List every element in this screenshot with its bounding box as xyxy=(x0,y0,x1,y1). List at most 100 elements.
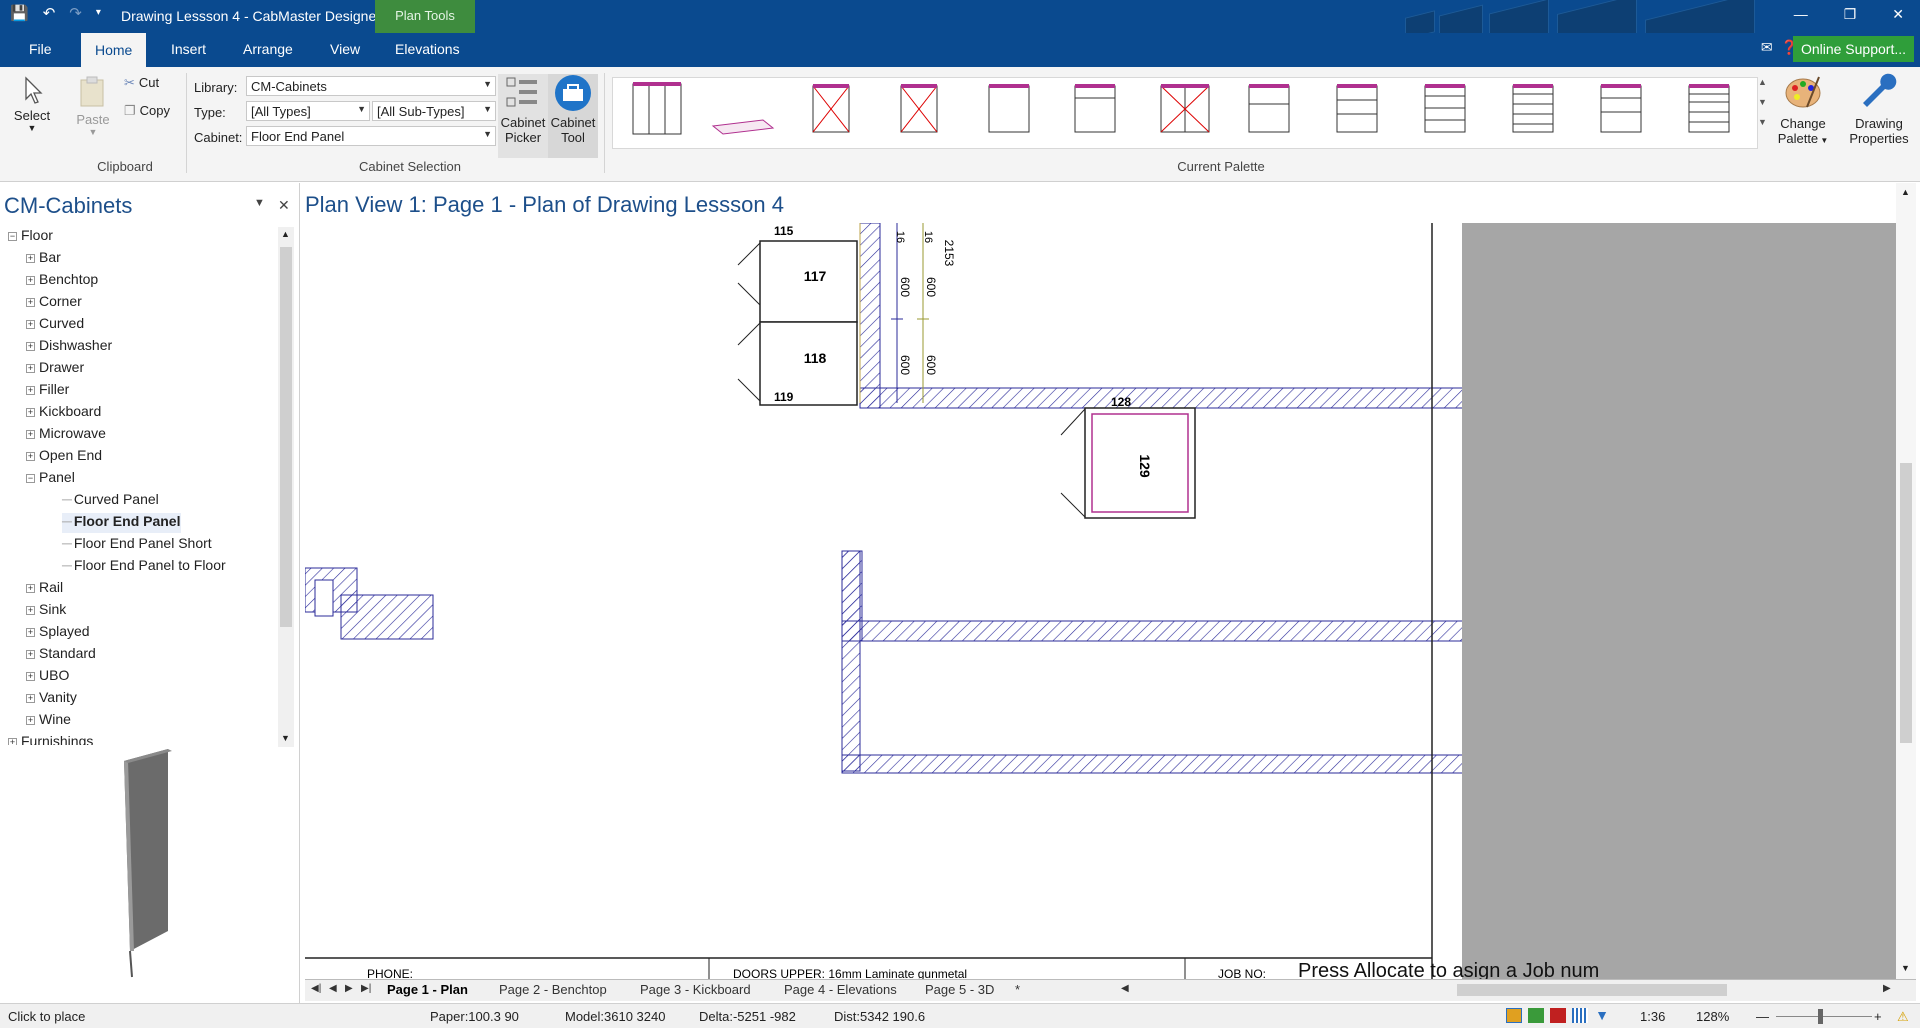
tree-item[interactable]: + Standard xyxy=(26,645,96,665)
notification-icon[interactable]: ✉ xyxy=(1761,39,1773,56)
expand-icon[interactable]: + xyxy=(26,320,35,329)
tab-home[interactable]: Home xyxy=(81,33,147,67)
expand-icon[interactable]: + xyxy=(26,628,35,637)
palette-item-drawer-6[interactable] xyxy=(1600,84,1642,133)
page-tab-3[interactable]: Page 3 - Kickboard xyxy=(640,982,751,997)
scroll-thumb[interactable] xyxy=(1900,463,1912,743)
palette-item-drawer-3[interactable] xyxy=(1336,84,1378,133)
cabinet-129[interactable] xyxy=(1060,407,1196,519)
expand-icon[interactable]: + xyxy=(26,694,35,703)
chevron-up-icon[interactable]: ▲ xyxy=(1901,187,1910,197)
page-tab-1[interactable]: Page 1 - Plan xyxy=(387,982,468,997)
tree-item[interactable]: + Kickboard xyxy=(26,403,101,423)
expand-icon[interactable]: + xyxy=(26,716,35,725)
palette-item-drawer-7[interactable] xyxy=(1688,84,1730,133)
paste-button[interactable]: Paste ▼ xyxy=(68,75,118,137)
palette-item-drawer-2[interactable] xyxy=(1248,84,1290,133)
copy-button[interactable]: ❐ Copy xyxy=(124,103,170,119)
expand-icon[interactable]: + xyxy=(26,254,35,263)
tree-item[interactable]: + Wine xyxy=(26,711,71,731)
tree-item[interactable]: + Rail xyxy=(26,579,63,599)
drawing-properties-button[interactable]: Drawing Properties xyxy=(1846,73,1912,146)
chevron-down-icon[interactable]: ▼ xyxy=(281,733,290,743)
collapse-icon[interactable]: − xyxy=(8,232,17,241)
expand-icon[interactable]: + xyxy=(26,408,35,417)
chevron-up-icon[interactable]: ▲ xyxy=(1758,77,1772,87)
tree-item[interactable]: + Corner xyxy=(26,293,82,313)
library-select[interactable]: CM-Cabinets ▼ xyxy=(246,76,496,96)
expand-icon[interactable]: + xyxy=(26,650,35,659)
tree-item[interactable]: + Filler xyxy=(26,381,69,401)
tree-item[interactable]: ─ Curved Panel xyxy=(62,491,159,511)
expand-icon[interactable]: + xyxy=(26,364,35,373)
canvas-scrollbar[interactable]: ▲ ▼ xyxy=(1896,183,1916,979)
expand-icon[interactable]: + xyxy=(26,430,35,439)
page-tab-2[interactable]: Page 2 - Benchtop xyxy=(499,982,607,997)
snap-toggle-icon[interactable] xyxy=(1528,1008,1544,1023)
warning-icon[interactable]: ⚠ xyxy=(1897,1009,1909,1025)
tree-item[interactable]: ─ Floor End Panel to Floor xyxy=(62,557,226,577)
panel-menu-icon[interactable]: ▼ xyxy=(254,197,265,209)
chevron-up-icon[interactable]: ▲ xyxy=(281,229,290,239)
tree-item[interactable]: + Dishwasher xyxy=(26,337,112,357)
next-page-icon[interactable]: ▶ xyxy=(345,983,353,994)
palette-item-base-2[interactable] xyxy=(1074,84,1116,133)
customize-qat-icon[interactable]: ▾ xyxy=(96,7,101,22)
tree-item[interactable]: + Open End xyxy=(26,447,102,467)
expand-icon[interactable]: + xyxy=(26,606,35,615)
zoom-in-icon[interactable]: + xyxy=(1874,1009,1882,1024)
stub-wall[interactable] xyxy=(305,567,434,640)
tree-item[interactable]: − Panel xyxy=(26,469,75,489)
palette-item-drawer-5[interactable] xyxy=(1512,84,1554,133)
scroll-thumb[interactable] xyxy=(280,247,292,627)
online-support-button[interactable]: Online Support... xyxy=(1792,36,1914,62)
expand-icon[interactable]: + xyxy=(26,298,35,307)
zoom-slider-thumb[interactable] xyxy=(1818,1009,1823,1024)
cabinet-tool-button[interactable]: Cabinet Tool xyxy=(548,74,598,158)
close-window-icon[interactable]: ✕ xyxy=(1892,6,1904,23)
expand-icon[interactable]: + xyxy=(26,386,35,395)
page-tab-4[interactable]: Page 4 - Elevations xyxy=(784,982,897,997)
upper-wall[interactable] xyxy=(841,223,1571,774)
cabinet-picker-button[interactable]: Cabinet Picker xyxy=(498,74,548,158)
zoom-out-icon[interactable]: — xyxy=(1756,1009,1769,1024)
subtype-select[interactable]: [All Sub-Types] ▼ xyxy=(372,101,496,121)
page-tab-5[interactable]: Page 5 - 3D xyxy=(925,982,994,997)
room-wall[interactable] xyxy=(841,550,1571,774)
restore-icon[interactable]: ❐ xyxy=(1844,6,1857,23)
tree-scrollbar[interactable]: ▲ ▼ xyxy=(278,227,294,747)
expand-icon[interactable]: + xyxy=(8,738,17,745)
tree-item[interactable]: + Microwave xyxy=(26,425,106,445)
redo-icon[interactable]: ↷ xyxy=(69,4,82,22)
expand-icon[interactable]: + xyxy=(26,452,35,461)
expand-icon[interactable]: + xyxy=(26,276,35,285)
palette-item-panel[interactable] xyxy=(711,119,775,135)
tab-insert[interactable]: Insert xyxy=(171,41,206,57)
palette-item-drawer-4[interactable] xyxy=(1424,84,1466,133)
tree-item[interactable]: + Splayed xyxy=(26,623,90,643)
horizontal-scroll-thumb[interactable] xyxy=(1457,984,1727,996)
tab-file[interactable]: File xyxy=(29,41,52,57)
expand-icon[interactable]: + xyxy=(26,342,35,351)
palette-item-base-1[interactable] xyxy=(988,84,1030,133)
new-page-tab[interactable]: * xyxy=(1015,982,1020,997)
filter-icon[interactable]: ▼ xyxy=(1594,1008,1610,1023)
palette-item-double[interactable] xyxy=(1160,84,1210,133)
tree-item[interactable]: + Benchtop xyxy=(26,271,98,291)
expand-icon[interactable]: + xyxy=(26,584,35,593)
palette-item-tall[interactable] xyxy=(632,82,682,135)
chevron-left-icon[interactable]: ◀ xyxy=(1121,983,1129,994)
plan-tools-context-tab[interactable]: Plan Tools xyxy=(375,0,475,33)
type-select[interactable]: [All Types] ▼ xyxy=(246,101,370,121)
save-icon[interactable]: 💾 xyxy=(10,4,29,22)
layer-toggle-icon[interactable] xyxy=(1506,1008,1522,1023)
cut-button[interactable]: ✂ Cut xyxy=(124,75,159,91)
last-page-icon[interactable]: ▶| xyxy=(361,983,371,994)
grid-toggle-icon[interactable] xyxy=(1572,1008,1588,1023)
close-panel-icon[interactable]: ✕ xyxy=(278,197,290,214)
change-palette-button[interactable]: Change Palette ▼ xyxy=(1776,73,1830,146)
tree-item[interactable]: + Bar xyxy=(26,249,61,269)
palette-more-icon[interactable]: ▼ xyxy=(1758,117,1772,127)
select-button[interactable]: Select ▼ xyxy=(12,75,52,133)
tab-view[interactable]: View xyxy=(330,41,360,57)
